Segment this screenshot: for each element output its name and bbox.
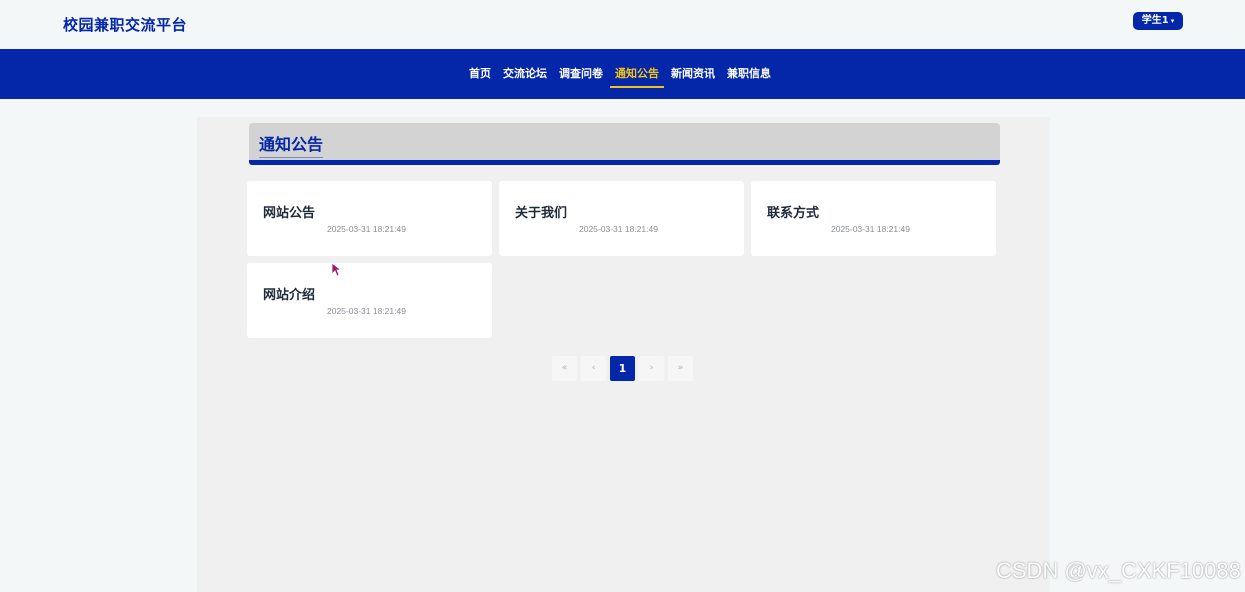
- current-page-button[interactable]: 1: [610, 356, 635, 381]
- user-menu-label: 学生1: [1141, 15, 1169, 26]
- notice-title[interactable]: 网站公告: [263, 202, 315, 221]
- main-nav: 首页 交流论坛 调查问卷 通知公告 新闻资讯 兼职信息: [0, 49, 1245, 99]
- nav-item-forum[interactable]: 交流论坛: [497, 63, 553, 85]
- notice-time: 2025-03-31 18:21:49: [831, 224, 910, 234]
- nav-item-jobs[interactable]: 兼职信息: [721, 63, 777, 85]
- top-bar: 校园兼职交流平台 学生1 ▾: [0, 0, 1245, 49]
- nav-item-home[interactable]: 首页: [463, 63, 497, 85]
- chevron-down-icon: ▾: [1170, 17, 1175, 25]
- site-title[interactable]: 校园兼职交流平台: [63, 14, 187, 35]
- notice-time: 2025-03-31 18:21:49: [579, 224, 658, 234]
- watermark: CSDN @vx_CXKF10088: [996, 558, 1241, 583]
- notice-card[interactable]: 联系方式 2025-03-31 18:21:49: [751, 181, 996, 256]
- notice-card[interactable]: 网站公告 2025-03-31 18:21:49: [247, 181, 492, 256]
- first-page-button[interactable]: «: [552, 356, 577, 381]
- notice-title[interactable]: 关于我们: [515, 202, 567, 221]
- notice-time: 2025-03-31 18:21:49: [327, 306, 406, 316]
- nav-item-notices[interactable]: 通知公告: [609, 63, 665, 88]
- nav-item-survey[interactable]: 调查问卷: [553, 63, 609, 85]
- prev-page-button[interactable]: ‹: [581, 356, 606, 381]
- content-area: 通知公告 网站公告 2025-03-31 18:21:49 关于我们 2025-…: [197, 117, 1050, 592]
- notice-card[interactable]: 网站介绍 2025-03-31 18:21:49: [247, 263, 492, 338]
- section-title: 通知公告: [259, 131, 324, 158]
- mouse-pointer-icon: [331, 262, 343, 277]
- next-page-button[interactable]: ›: [639, 356, 664, 381]
- last-page-button[interactable]: »: [668, 356, 693, 381]
- notice-card[interactable]: 关于我们 2025-03-31 18:21:49: [499, 181, 744, 256]
- pagination: « ‹ 1 › »: [552, 356, 697, 381]
- notice-time: 2025-03-31 18:21:49: [327, 224, 406, 234]
- section-header: 通知公告: [249, 123, 1000, 165]
- nav-item-news[interactable]: 新闻资讯: [665, 63, 721, 85]
- notice-title[interactable]: 联系方式: [767, 202, 819, 221]
- user-menu-button[interactable]: 学生1 ▾: [1133, 12, 1183, 30]
- notice-title[interactable]: 网站介绍: [263, 284, 315, 303]
